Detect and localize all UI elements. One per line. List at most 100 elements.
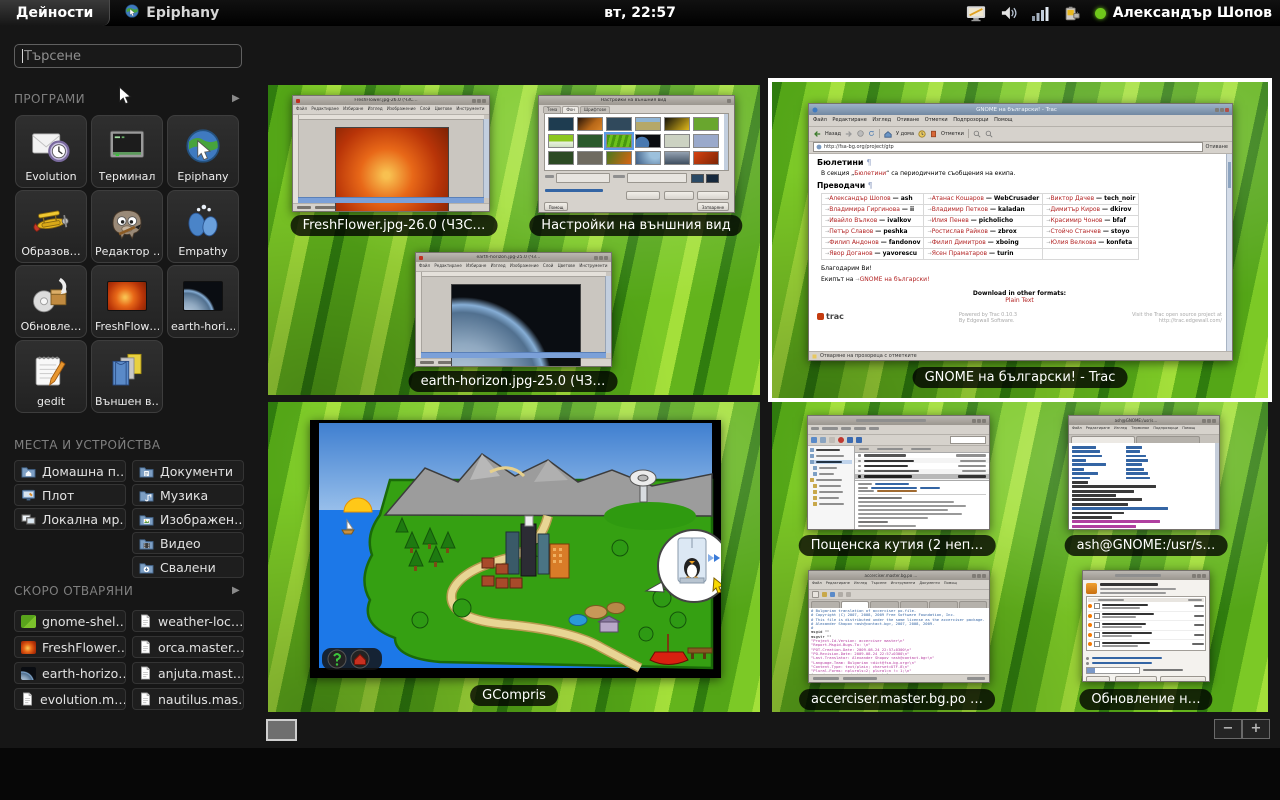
network-computers-icon [21,513,36,526]
gcompris-scene [310,420,721,678]
section-places: МЕСТА И УСТРОЙСТВА [14,438,161,452]
wallpaper-thumb [548,117,574,131]
activities-button[interactable]: Дейности [0,0,110,26]
app-tile-freshflower[interactable]: FreshFlow… [91,265,163,338]
app-tile-earth-horizon[interactable]: earth-hori… [167,265,239,338]
window-gedit-po[interactable]: accerciser.master.bg.po … Файл Редактира… [808,570,990,683]
downloads-folder-icon [139,561,154,574]
window-gimp-freshflower[interactable]: FreshFlower.jpg-26.0 (ЧЗС… Файл Редактир… [292,95,490,212]
search-input[interactable] [14,44,242,68]
app-tile-evolution[interactable]: Evolution [15,115,87,188]
recent-expand-arrow[interactable]: ▶ [232,585,240,596]
recent-freshflower[interactable]: FreshFlower… [14,636,126,658]
gedit-icon [30,350,72,392]
software-update-icon [30,275,72,317]
window-label: GCompris [470,685,558,706]
workspace-1[interactable]: FreshFlower.jpg-26.0 (ЧЗС… Файл Редактир… [268,85,760,395]
recent-nautilus-master[interactable]: nautilus.mas… [132,688,244,710]
scrollbar-bottom [298,197,484,203]
place-downloads[interactable]: Свалени [132,556,244,578]
recent-gnome-shell[interactable]: gnome-shel… [14,610,126,632]
window-trac-browser[interactable]: GNOME на български! - Trac Файл Редактир… [808,103,1233,361]
recent-earth-horizon[interactable]: earth-horizo… [14,662,126,684]
window-title: Настройки на външния вид [542,98,725,103]
terminal-tabs [1069,435,1219,443]
place-videos[interactable]: Видео [132,532,244,554]
help-button: Помощ [544,202,568,211]
clock[interactable]: вт, 22:57 [604,5,676,21]
back-icon [813,130,821,138]
place-documents[interactable]: Документи [132,460,244,482]
ruler-vertical [293,115,299,203]
display-icon[interactable] [966,5,986,22]
app-tile-image-editor[interactable]: Редактор … [91,190,163,263]
user-menu[interactable]: Александър Шопов [1095,5,1272,21]
window-title: earth-horizon.jpg-25.0 (ЧЗ… [425,255,592,260]
place-pictures[interactable]: Изображен… [132,508,244,530]
zoom-in-icon [973,130,981,138]
workspace-4[interactable]: Пощенска кутия (2 неп… ash@GNOME:/usr/s…… [772,402,1268,712]
app-label: Epiphany [177,170,228,183]
window-label: FreshFlower.jpg-26.0 (ЧЗС… [291,215,498,236]
tab-active [1071,436,1135,443]
window-appearance-settings[interactable]: Настройки на външния вид Тема Фон Шрифто… [538,95,735,213]
app-tile-empathy[interactable]: Empathy [167,190,239,263]
workspace-2-active[interactable]: GNOME на български! - Trac Файл Редактир… [768,78,1272,402]
screenshot-thumb-icon [21,615,36,628]
remove-workspace-button[interactable]: − [1214,719,1242,739]
flower-thumb-icon [21,641,36,654]
workspace-indicator[interactable] [266,719,297,741]
recent-label: earth-horizo… [42,666,126,681]
app-menu[interactable]: Epiphany [124,3,219,23]
place-local-network[interactable]: Локална мр… [14,508,126,530]
recent-anjuta-master[interactable]: anjuta.mast… [132,662,244,684]
trac-paw-icon [817,313,824,320]
place-music[interactable]: Музика [132,484,244,506]
network-signal-icon[interactable] [1032,6,1049,21]
app-tile-gedit[interactable]: gedit [15,340,87,413]
gimp-icon-small [419,256,423,260]
terminal-icon [106,125,148,167]
recent-column-right: weather-loc… orca.master.… anjuta.mast… … [132,610,244,710]
check-updates-button [1115,676,1157,682]
window-label: Настройки на външния вид [529,215,742,236]
place-home[interactable]: Домашна п… [14,460,126,482]
po-file-text: # Bulgarian translation of accerciser po… [809,608,989,674]
recent-label: weather-loc… [158,614,243,629]
volume-icon[interactable] [1000,5,1018,21]
window-terminal[interactable]: ash@GNOME:/usr/s… Файл Редактиране Изгле… [1068,415,1220,530]
workspace-3[interactable]: GCompris [268,402,760,712]
message-preview [855,481,989,529]
recent-orca-master[interactable]: orca.master.… [132,636,244,658]
evolution-toolbar [808,435,989,446]
window-label: Пощенска кутия (2 неп… [799,535,996,556]
help-button [1086,676,1110,682]
close-button: Затваряне [697,202,729,211]
window-gimp-earth[interactable]: earth-horizon.jpg-25.0 (ЧЗ… Файл Редакти… [415,252,612,367]
scrollbar-bottom [421,352,606,358]
window-gcompris[interactable] [310,420,721,678]
home-icon [884,130,892,138]
window-update-manager[interactable] [1082,570,1210,682]
wallpaper-grid [544,113,729,171]
add-workspace-button[interactable]: + [1242,719,1270,739]
biplane-icon [30,200,72,242]
programs-expand-arrow[interactable]: ▶ [232,93,240,104]
wallpaper-thumb [577,117,603,131]
app-label: Evolution [25,170,76,183]
app-tile-education[interactable]: Образов… [15,190,87,263]
app-tile-epiphany[interactable]: Epiphany [167,115,239,188]
ruler-horizontal [298,115,484,120]
battery-icon[interactable] [1063,5,1081,22]
app-tile-appearance[interactable]: Външен в… [91,340,163,413]
recent-weather-loc[interactable]: weather-loc… [132,610,244,632]
updates-icon [1086,583,1097,594]
tab-fonts: Шрифтове [580,106,610,113]
remove-button [664,191,694,200]
app-tile-updates[interactable]: Обновле… [15,265,87,338]
window-evolution-mail[interactable] [807,415,990,530]
app-label: Външен в… [95,395,159,408]
recent-evolution-po[interactable]: evolution.m… [14,688,126,710]
place-desktop[interactable]: Плот [14,484,126,506]
app-tile-terminal[interactable]: Терминал [91,115,163,188]
